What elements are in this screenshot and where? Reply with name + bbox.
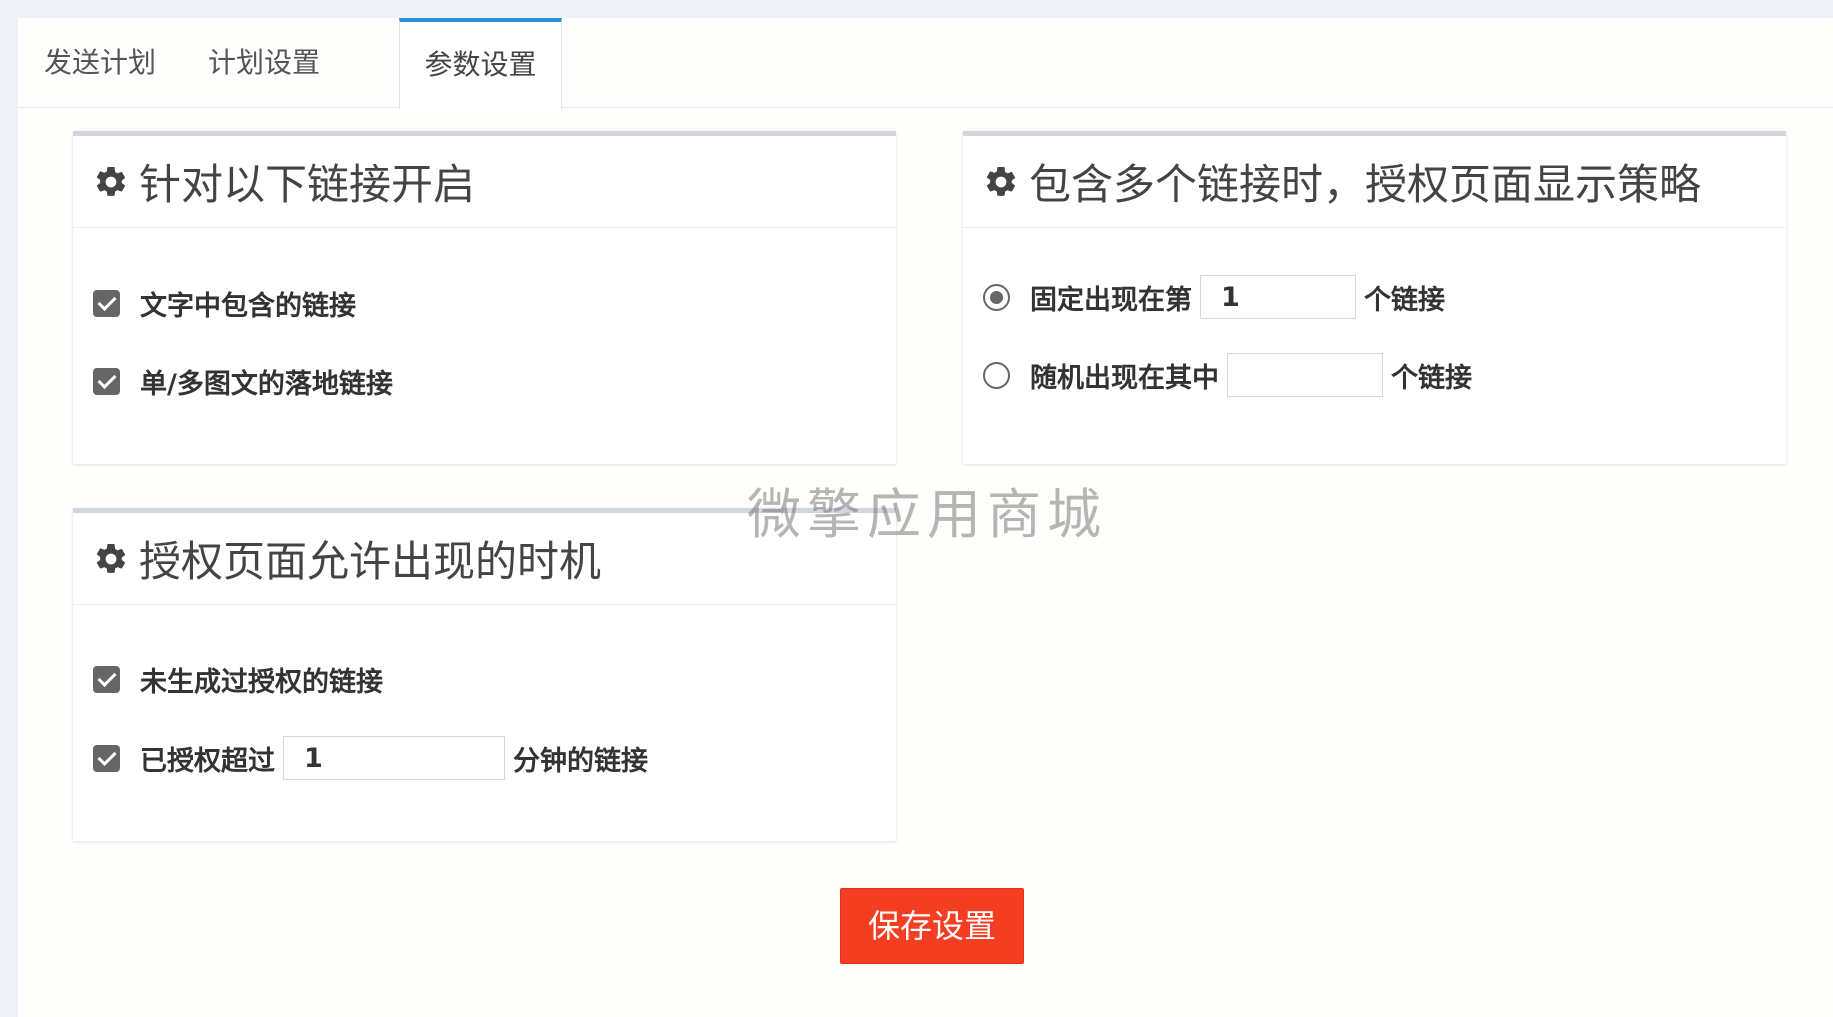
random-position-label: 随机出现在其中 [1030, 362, 1219, 394]
timing-panel-header: 授权页面允许出现的时机 [73, 513, 896, 605]
strategy-panel-header: 包含多个链接时，授权页面显示策略 [963, 136, 1786, 228]
option-text-links[interactable]: 文字中包含的链接 [93, 284, 356, 323]
text-links-checkbox[interactable] [93, 290, 120, 317]
links-panel: 针对以下链接开启 文字中包含的链接 单/多图文的落地链接 [73, 131, 896, 464]
tab-bar: 发送计划 计划设置 参数设置 [18, 18, 1833, 109]
option-random-position[interactable]: 随机出现在其中 个链接 [983, 353, 1472, 397]
option-never-authorized[interactable]: 未生成过授权的链接 [93, 660, 383, 699]
random-position-input[interactable] [1227, 353, 1383, 397]
option-exceed-minutes[interactable]: 已授权超过 分钟的链接 [93, 736, 648, 780]
option-fixed-position[interactable]: 固定出现在第 个链接 [983, 275, 1445, 319]
page: 发送计划 计划设置 参数设置 针对以下链接开启 文字中包含的链接 单/多图文的落… [18, 18, 1833, 1017]
strategy-panel: 包含多个链接时，授权页面显示策略 固定出现在第 个链接 随机出现在其中 个链接 [963, 131, 1786, 464]
links-panel-header: 针对以下链接开启 [73, 136, 896, 228]
never-authorized-label: 未生成过授权的链接 [140, 667, 383, 698]
fixed-position-suffix: 个链接 [1364, 284, 1445, 316]
text-links-label: 文字中包含的链接 [140, 291, 356, 322]
timing-panel-title: 授权页面允许出现的时机 [139, 537, 602, 586]
tab-plan-settings[interactable]: 计划设置 [182, 18, 346, 108]
gear-icon [96, 166, 126, 196]
random-position-suffix: 个链接 [1391, 362, 1472, 394]
option-landing-links[interactable]: 单/多图文的落地链接 [93, 362, 393, 401]
timing-panel: 授权页面允许出现的时机 未生成过授权的链接 已授权超过 分钟的链接 [73, 508, 896, 841]
strategy-panel-title: 包含多个链接时，授权页面显示策略 [1029, 160, 1702, 209]
tab-send-plan[interactable]: 发送计划 [18, 18, 182, 108]
fixed-position-radio[interactable] [983, 283, 1010, 311]
landing-links-checkbox[interactable] [93, 368, 120, 395]
save-settings-button[interactable]: 保存设置 [840, 888, 1024, 964]
never-authorized-checkbox[interactable] [93, 666, 120, 693]
links-panel-title: 针对以下链接开启 [139, 160, 476, 209]
fixed-position-input[interactable] [1200, 275, 1356, 319]
tab-param-settings[interactable]: 参数设置 [399, 18, 562, 109]
exceed-minutes-label: 已授权超过 [140, 745, 275, 777]
exceed-minutes-input[interactable] [283, 736, 505, 780]
exceed-minutes-checkbox[interactable] [93, 744, 120, 772]
fixed-position-label: 固定出现在第 [1030, 284, 1192, 316]
exceed-minutes-suffix: 分钟的链接 [513, 745, 648, 777]
gear-icon [986, 166, 1016, 196]
landing-links-label: 单/多图文的落地链接 [140, 369, 393, 400]
gear-icon [96, 543, 126, 573]
random-position-radio[interactable] [983, 361, 1010, 389]
